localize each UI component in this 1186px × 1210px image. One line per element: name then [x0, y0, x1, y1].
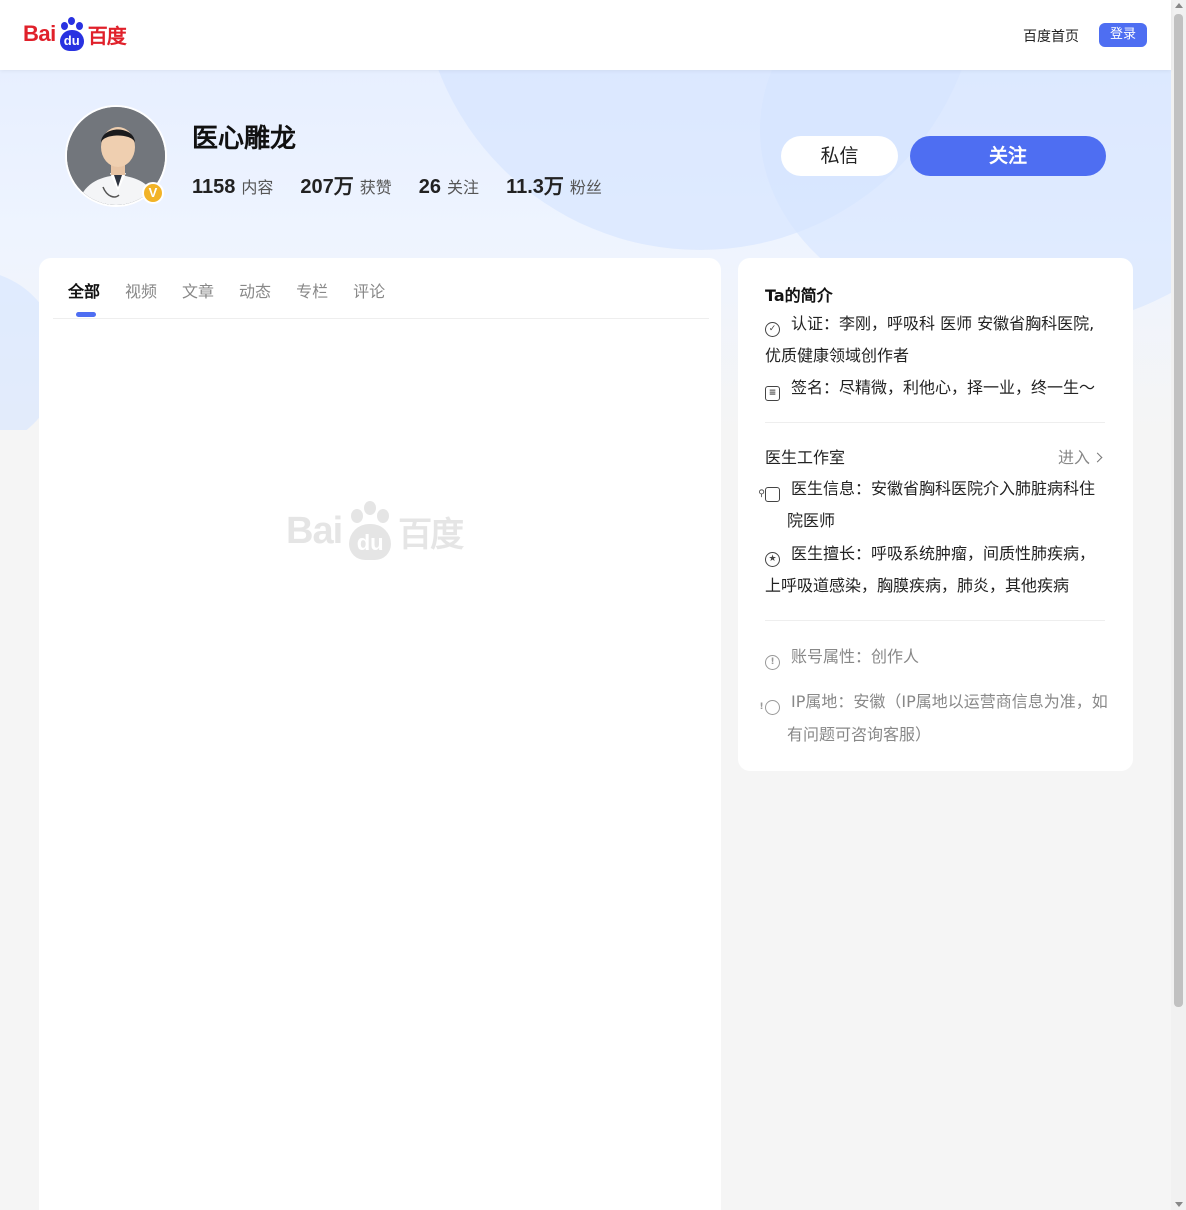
doctor-specialty-text: 医生擅长：呼吸系统肿瘤，间质性肺疾病，上呼吸道感染，胸膜疾病，肺炎，其他疾病 — [765, 544, 1096, 595]
placeholder-paw-icon: du — [344, 501, 396, 561]
divider — [765, 620, 1105, 621]
enter-label: 进入 — [1058, 448, 1091, 467]
ip-location-row: ! IP属地：安徽（IP属地以运营商信息为准，如有问题可咨询客服） — [759, 685, 1110, 751]
chevron-right-icon — [1092, 452, 1103, 463]
doctor-specialty-row: ★ 医生擅长：呼吸系统肿瘤，间质性肺疾病，上呼吸道感染，胸膜疾病，肺炎，其他疾病 — [765, 538, 1110, 602]
certification-text: 认证：李刚，呼吸科 医师 安徽省胸科医院,优质健康领域创作者 — [765, 314, 1095, 365]
stat-likes: 207万 获赞 — [300, 170, 391, 199]
account-attr-row: ! 账号属性：创作人 — [765, 640, 1110, 673]
logo-du-text: du — [59, 30, 84, 51]
note-icon: ≡ — [765, 386, 780, 401]
stat-value: 1158 — [192, 176, 236, 198]
account-attr-text: 账号属性：创作人 — [791, 647, 920, 666]
tab-article[interactable]: 文章 — [182, 278, 214, 301]
page-scrollbar[interactable] — [1171, 0, 1186, 1210]
content-tabs: 全部 视频 文章 动态 专栏 评论 — [53, 258, 709, 319]
star-icon: ★ — [765, 552, 780, 567]
signature-row: ≡ 签名：尽精微，利他心，择一业，终一生～ — [765, 372, 1110, 404]
stat-fans[interactable]: 11.3万 粉丝 — [506, 170, 602, 199]
tab-video[interactable]: 视频 — [125, 278, 157, 301]
person-badge-icon: ⚲ — [758, 487, 780, 502]
doctor-studio-title: 医生工作室 — [765, 448, 846, 467]
verified-check-icon: ✓ — [765, 322, 780, 337]
stat-value: 207万 — [300, 176, 354, 198]
logo-latin-text: Bai — [23, 21, 56, 46]
stat-label: 关注 — [447, 178, 480, 197]
scroll-up-arrow-icon[interactable] — [1175, 3, 1183, 8]
scroll-down-arrow-icon[interactable] — [1175, 1202, 1183, 1207]
top-navigation-bar: Bai du 百度 百度首页 登录 — [0, 0, 1171, 70]
follow-button[interactable]: 关注 — [910, 136, 1106, 176]
ip-location-text: IP属地：安徽（IP属地以运营商信息为准，如有问题可咨询客服） — [787, 692, 1108, 744]
doctor-info-text: 医生信息：安徽省胸科医院介入肺脏病科住院医师 — [787, 479, 1096, 530]
paw-icon: du — [57, 17, 87, 51]
placeholder-du-text: du — [349, 524, 392, 560]
verified-badge-icon: V — [142, 182, 164, 204]
stat-following[interactable]: 26 关注 — [419, 174, 479, 199]
certification-row: ✓ 认证：李刚，呼吸科 医师 安徽省胸科医院,优质健康领域创作者 — [765, 308, 1110, 372]
scrollbar-thumb[interactable] — [1174, 14, 1183, 1007]
stat-value: 26 — [418, 176, 442, 198]
tab-column[interactable]: 专栏 — [296, 278, 328, 301]
tab-all[interactable]: 全部 — [68, 278, 100, 317]
stat-label: 粉丝 — [569, 178, 602, 197]
tab-dynamic[interactable]: 动态 — [239, 278, 271, 301]
tab-comment[interactable]: 评论 — [353, 278, 385, 301]
studio-enter-link[interactable]: 进入 — [1058, 444, 1103, 468]
intro-title: Ta的简介 — [765, 286, 833, 305]
stat-content[interactable]: 1158 内容 — [192, 174, 273, 199]
divider — [765, 422, 1105, 423]
profile-name: 医心雕龙 — [192, 124, 297, 154]
logo-chinese-text: 百度 — [87, 23, 127, 48]
intro-card: Ta的简介 ✓ 认证：李刚，呼吸科 医师 安徽省胸科医院,优质健康领域创作者 ≡ 签… — [738, 258, 1133, 771]
placeholder-chinese-text: 百度 — [398, 514, 464, 555]
private-message-button[interactable]: 私信 — [781, 136, 898, 176]
info-icon: ! — [765, 655, 780, 670]
baidu-logo[interactable]: Bai du 百度 — [23, 16, 127, 52]
baidu-home-link[interactable]: 百度首页 — [1023, 26, 1079, 46]
loading-placeholder-logo: Bai du 百度 — [286, 501, 464, 561]
stat-value: 11.3万 — [506, 176, 564, 198]
content-feed-card: 全部 视频 文章 动态 专栏 评论 Bai du 百度 — [39, 258, 721, 1210]
profile-stats: 1158 内容 207万 获赞 26 关注 11.3万 粉丝 — [192, 170, 629, 199]
signature-text: 签名：尽精微，利他心，择一业，终一生～ — [791, 378, 1096, 397]
placeholder-latin-text: Bai — [286, 509, 343, 552]
stat-label: 获赞 — [359, 178, 392, 197]
stat-label: 内容 — [241, 178, 274, 197]
login-button[interactable]: 登录 — [1099, 23, 1147, 47]
info-icon: ! — [759, 700, 780, 715]
doctor-info-row: ⚲ 医生信息：安徽省胸科医院介入肺脏病科住院医师 — [758, 473, 1110, 537]
